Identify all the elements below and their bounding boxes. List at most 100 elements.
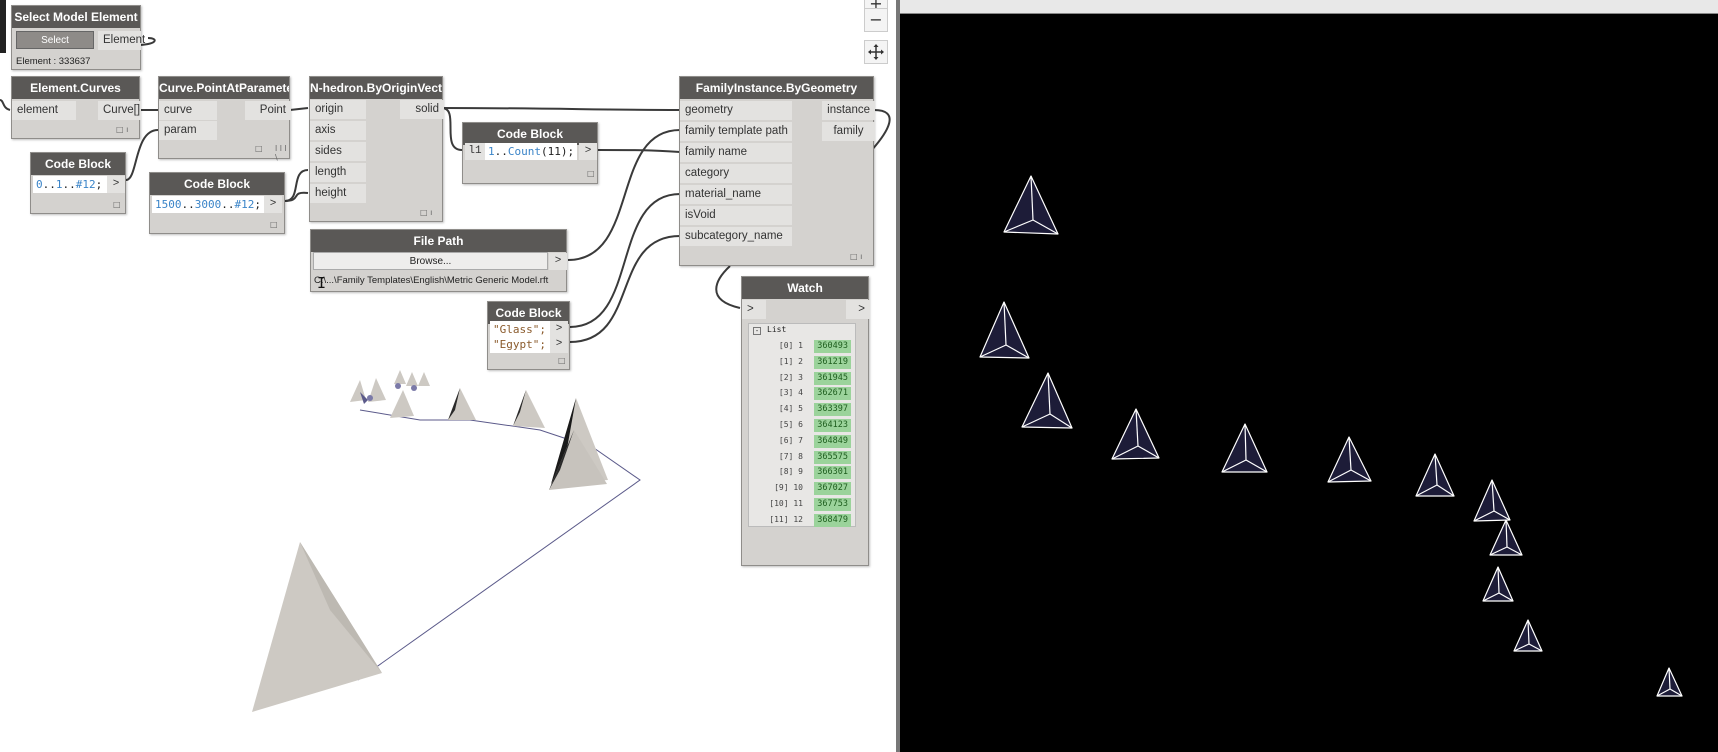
output-port-point[interactable]: Point xyxy=(245,101,291,120)
list-item-index: [4] 5 xyxy=(778,404,803,414)
list-item: [7] 8 365575 xyxy=(749,449,855,465)
code-token: .. xyxy=(221,198,235,211)
code-editor[interactable]: 1..Count(11); xyxy=(485,143,577,160)
output-port[interactable]: > xyxy=(107,176,125,193)
list-item-index: [11] 12 xyxy=(769,514,803,524)
list-item-index: [2] 3 xyxy=(778,372,803,382)
input-port-l1[interactable]: l1 xyxy=(465,143,485,160)
code-token: ; xyxy=(254,198,261,211)
pan-button[interactable] xyxy=(864,40,888,64)
list-collapse-icon[interactable]: - xyxy=(753,327,761,335)
input-port-sides[interactable]: sides xyxy=(310,142,366,161)
list-item: [10] 11 367753 xyxy=(749,496,855,512)
output-port-instance[interactable]: instance xyxy=(822,101,875,120)
preview-toggle-icon[interactable]: □ ı xyxy=(420,208,432,217)
code-token: 0 xyxy=(36,178,43,191)
3d-viewport[interactable] xyxy=(900,0,1718,752)
list-item: [2] 3 361945 xyxy=(749,370,855,386)
tetrahedron-2 xyxy=(979,301,1030,359)
input-port-family-template-path[interactable]: family template path xyxy=(680,122,792,141)
output-port[interactable]: > xyxy=(846,300,870,319)
tetrahedron-6 xyxy=(1327,436,1372,483)
node-select-model-element[interactable]: Select Model Element Select Element Elem… xyxy=(11,5,145,70)
preview-toggle-icon[interactable]: □ xyxy=(558,356,566,365)
input-port-material-name[interactable]: material_name xyxy=(680,185,792,204)
code-editor[interactable]: 0..1..#12; xyxy=(33,176,107,193)
preview-toggle-icon[interactable]: □ xyxy=(587,169,595,178)
output-port-curves[interactable]: Curve[] xyxy=(98,101,141,120)
node-title: Select Model Element xyxy=(12,6,140,28)
node-title: Element.Curves xyxy=(12,77,139,99)
code-line-2[interactable]: "Egypt"; xyxy=(490,336,550,353)
input-port-origin[interactable]: origin xyxy=(310,100,366,119)
output-port-family[interactable]: family xyxy=(822,122,875,141)
input-port-length[interactable]: length xyxy=(310,163,366,182)
list-item-index: [6] 7 xyxy=(778,435,803,445)
list-item: [11] 12 368479 xyxy=(749,512,855,528)
code-token: 1 xyxy=(55,178,63,191)
list-item: [9] 10 367027 xyxy=(749,480,855,496)
zoom-out-button[interactable]: − xyxy=(864,8,888,32)
input-port-category[interactable]: category xyxy=(680,164,792,183)
node-curve-point-at-parameter[interactable]: Curve.PointAtParameter curve param Point… xyxy=(158,76,291,162)
node-code-block-1[interactable]: Code Block 0..1..#12; > □ xyxy=(30,152,126,214)
file-path-value: C:\...\Family Templates\English\Metric G… xyxy=(314,275,549,286)
tetrahedron-12 xyxy=(1656,667,1683,697)
preview-toggle-icon[interactable]: □ ı xyxy=(116,125,128,134)
node-title: FamilyInstance.ByGeometry xyxy=(680,77,873,99)
list-item-value: 368479 xyxy=(814,513,851,527)
move-icon xyxy=(868,44,884,60)
output-port-solid[interactable]: solid xyxy=(400,100,444,119)
input-port-curve[interactable]: curve xyxy=(159,101,217,120)
code-editor[interactable]: 1500..3000..#12; xyxy=(152,196,264,213)
code-token: (11); xyxy=(541,145,575,158)
preview-toggle-icon[interactable]: □ xyxy=(113,200,121,209)
output-port[interactable]: > xyxy=(549,253,567,270)
input-port-height[interactable]: height xyxy=(310,184,366,203)
code-token: .. xyxy=(181,198,195,211)
output-port[interactable]: > xyxy=(579,143,597,160)
list-item-value: 365575 xyxy=(814,450,851,464)
dynamo-canvas[interactable]: Select Model Element Select Element Elem… xyxy=(0,0,896,752)
list-item-value: 367027 xyxy=(814,482,851,496)
input-port-param[interactable]: param xyxy=(159,121,217,140)
code-token: "Glass"; xyxy=(493,323,546,336)
tetrahedron-5 xyxy=(1221,423,1268,473)
select-button[interactable]: Select xyxy=(16,31,94,49)
output-port-element[interactable]: Element xyxy=(98,31,145,50)
node-family-instance-by-geometry[interactable]: FamilyInstance.ByGeometry geometry famil… xyxy=(679,76,875,266)
list-item-value: 361945 xyxy=(814,371,851,385)
input-port-axis[interactable]: axis xyxy=(310,121,366,140)
input-port-element[interactable]: element xyxy=(12,101,76,120)
input-port[interactable]: > xyxy=(742,300,766,319)
browse-button[interactable]: Browse... xyxy=(313,252,548,270)
tetrahedron-8 xyxy=(1473,479,1511,522)
output-port[interactable]: > xyxy=(264,196,282,213)
input-port-is-void[interactable]: isVoid xyxy=(680,206,792,225)
input-port-family-name[interactable]: family name xyxy=(680,143,792,162)
list-item-value: 364123 xyxy=(814,419,851,432)
node-code-block-4[interactable]: Code Block "Glass"; > "Egypt"; > □ xyxy=(487,301,570,370)
node-code-block-2[interactable]: Code Block 1500..3000..#12; > □ xyxy=(149,172,285,234)
list-item-index: [5] 6 xyxy=(778,420,803,429)
preview-toggle-icon[interactable]: □ ı xyxy=(850,252,862,261)
tetrahedron-10 xyxy=(1482,566,1514,602)
node-nhedron-by-origin-vector[interactable]: N-hedron.ByOriginVector origin axis side… xyxy=(309,76,444,222)
code-token: 3000 xyxy=(194,198,222,211)
list-item-index: [8] 9 xyxy=(778,467,803,477)
list-item: [0] 1 360493 xyxy=(749,338,855,354)
list-item: [3] 4 362671 xyxy=(749,385,855,401)
tetrahedron-11 xyxy=(1513,619,1543,652)
node-file-path[interactable]: File Path Browse... > C:\...\Family Temp… xyxy=(310,229,567,292)
node-title: Curve.PointAtParameter xyxy=(159,77,289,99)
output-port-2[interactable]: > xyxy=(550,336,568,353)
input-port-geometry[interactable]: geometry xyxy=(680,101,792,120)
node-code-block-3[interactable]: Code Block l1 1..Count(11); > □ xyxy=(462,122,598,184)
code-token: 1 xyxy=(488,145,495,158)
node-watch[interactable]: Watch > > - List [0] 1 360493 [1] 2 361219[… xyxy=(741,276,870,566)
preview-toggle-icon[interactable]: □ xyxy=(270,220,278,229)
node-element-curves[interactable]: Element.Curves element Curve[] □ ı xyxy=(11,76,141,139)
input-port-subcategory-name[interactable]: subcategory_name xyxy=(680,227,792,246)
preview-toggle-icon[interactable]: □ xyxy=(255,144,263,153)
viewport-geometry xyxy=(979,175,1683,697)
